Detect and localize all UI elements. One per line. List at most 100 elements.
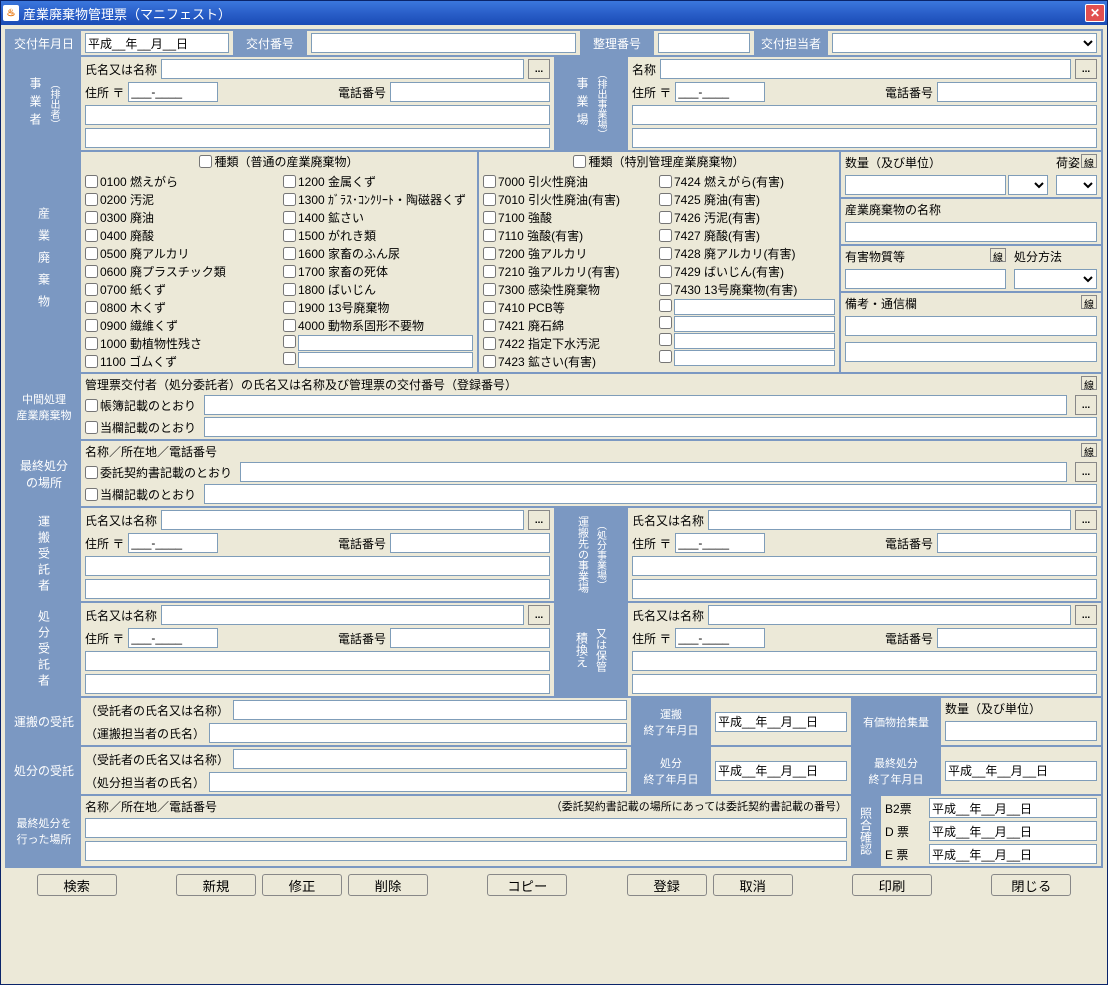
dest-addr1[interactable] [632, 556, 1097, 576]
emitter-tel-input[interactable] [390, 82, 550, 102]
transporter-tel[interactable] [390, 533, 550, 553]
finaldone-input2[interactable] [85, 841, 847, 861]
waste-item[interactable]: 0500 廃アルカリ [85, 245, 275, 262]
verify-e-input[interactable] [929, 844, 1097, 864]
midproc-line-btn[interactable]: 線 [1081, 376, 1097, 390]
disposal-method-select[interactable] [1014, 269, 1097, 289]
waste-item-extra-chk[interactable] [659, 333, 672, 346]
disposer-name-input[interactable] [161, 605, 524, 625]
notes-input-1[interactable] [845, 316, 1097, 336]
org-number-input[interactable] [658, 33, 750, 53]
da-end-input[interactable] [715, 761, 847, 781]
waste-name-input[interactable] [845, 222, 1097, 242]
site-name-picker[interactable] [1075, 59, 1097, 79]
waste-item-extra-input[interactable] [298, 335, 473, 351]
waste-item[interactable]: 7100 強酸 [483, 209, 651, 226]
dest-tel[interactable] [937, 533, 1097, 553]
emitter-postal-input[interactable] [128, 82, 218, 102]
waste-item[interactable]: 4000 動物系固形不要物 [283, 317, 473, 334]
waste-item[interactable]: 7429 ばいじん(有害) [659, 263, 835, 280]
waste-item[interactable]: 1400 鉱さい [283, 209, 473, 226]
waste-item[interactable]: 7110 強酸(有害) [483, 227, 651, 244]
transfer-addr1[interactable] [632, 651, 1097, 671]
dest-name-input[interactable] [708, 510, 1071, 530]
waste-item[interactable]: 7410 PCB等 [483, 299, 651, 316]
finalplace-line-btn[interactable]: 線 [1081, 443, 1097, 457]
transporter-picker[interactable] [528, 510, 550, 530]
waste-item[interactable]: 7200 強アルカリ [483, 245, 651, 262]
waste-item[interactable]: 1800 ばいじん [283, 281, 473, 298]
waste-item[interactable]: 1900 13号廃棄物 [283, 299, 473, 316]
dest-addr2[interactable] [632, 579, 1097, 599]
qty-input[interactable] [845, 175, 1006, 195]
normal-waste-header[interactable]: 種類（普通の産業廃棄物） [82, 153, 476, 170]
close-icon[interactable]: ✕ [1085, 4, 1105, 22]
transporter-postal[interactable] [128, 533, 218, 553]
waste-item[interactable]: 0300 廃油 [85, 209, 275, 226]
waste-item[interactable]: 1100 ゴムくず [85, 353, 275, 370]
finalplace-input1[interactable] [240, 462, 1067, 482]
waste-item[interactable]: 1200 金属くず [283, 173, 473, 190]
finalplace-picker[interactable] [1075, 462, 1097, 482]
transfer-picker[interactable] [1075, 605, 1097, 625]
verify-d-input[interactable] [929, 821, 1097, 841]
site-tel-input[interactable] [937, 82, 1097, 102]
waste-item[interactable]: 7422 指定下水汚泥 [483, 335, 651, 352]
hazmat-line-btn[interactable]: 線 [990, 248, 1006, 262]
emitter-name-input[interactable] [161, 59, 524, 79]
finaldone-input1[interactable] [85, 818, 847, 838]
ta-qty-input[interactable] [945, 721, 1097, 741]
copy-button[interactable]: コピー [487, 874, 567, 896]
transporter-name-input[interactable] [161, 510, 524, 530]
da-person-input[interactable] [209, 772, 627, 792]
pack-line-btn[interactable]: 線 [1081, 154, 1097, 168]
emitter-name-picker[interactable] [528, 59, 550, 79]
disposer-addr2[interactable] [85, 674, 550, 694]
da-name-input[interactable] [233, 749, 627, 769]
register-button[interactable]: 登録 [627, 874, 707, 896]
waste-item[interactable]: 7430 13号廃棄物(有害) [659, 281, 835, 298]
emitter-addr2-input[interactable] [85, 128, 550, 148]
midproc-input1[interactable] [204, 395, 1067, 415]
dest-postal[interactable] [675, 533, 765, 553]
waste-item[interactable]: 7210 強アルカリ(有害) [483, 263, 651, 280]
site-name-input[interactable] [660, 59, 1071, 79]
delete-button[interactable]: 削除 [348, 874, 428, 896]
transfer-postal[interactable] [675, 628, 765, 648]
midproc-picker[interactable] [1075, 395, 1097, 415]
disposer-addr1[interactable] [85, 651, 550, 671]
verify-b2-input[interactable] [929, 798, 1097, 818]
transfer-addr2[interactable] [632, 674, 1097, 694]
waste-item-extra-input[interactable] [674, 333, 835, 349]
waste-item-extra-chk[interactable] [659, 350, 672, 363]
waste-item[interactable]: 7425 廃油(有害) [659, 191, 835, 208]
transporter-addr2[interactable] [85, 579, 550, 599]
waste-item[interactable]: 0700 紙くず [85, 281, 275, 298]
waste-item[interactable]: 7427 廃酸(有害) [659, 227, 835, 244]
waste-item[interactable]: 1600 家畜のふん尿 [283, 245, 473, 262]
da-final-end-input[interactable] [945, 761, 1097, 781]
hazmat-input[interactable] [845, 269, 1006, 289]
search-button[interactable]: 検索 [37, 874, 117, 896]
waste-item[interactable]: 7423 鉱さい(有害) [483, 353, 651, 370]
waste-item[interactable]: 7428 廃アルカリ(有害) [659, 245, 835, 262]
finalplace-chk2[interactable]: 当欄記載のとおり [85, 486, 196, 503]
qty-unit-select[interactable] [1008, 175, 1048, 195]
emitter-addr1-input[interactable] [85, 105, 550, 125]
disposer-picker[interactable] [528, 605, 550, 625]
waste-item[interactable]: 0100 燃えがら [85, 173, 275, 190]
waste-item[interactable]: 7300 感染性廃棄物 [483, 281, 651, 298]
waste-item[interactable]: 0600 廃プラスチック類 [85, 263, 275, 280]
ta-person-input[interactable] [209, 723, 627, 743]
notes-input-2[interactable] [845, 342, 1097, 362]
waste-item[interactable]: 7421 廃石綿 [483, 317, 651, 334]
site-postal-input[interactable] [675, 82, 765, 102]
transfer-name-input[interactable] [708, 605, 1071, 625]
waste-item[interactable]: 7010 引火性廃油(有害) [483, 191, 651, 208]
notes-line-btn[interactable]: 線 [1081, 295, 1097, 309]
waste-item[interactable]: 1300 ｶﾞﾗｽ･ｺﾝｸﾘｰﾄ・陶磁器くず [283, 191, 473, 208]
site-addr1-input[interactable] [632, 105, 1097, 125]
midproc-chk2[interactable]: 当欄記載のとおり [85, 419, 196, 436]
ta-name-input[interactable] [233, 700, 627, 720]
disposer-tel[interactable] [390, 628, 550, 648]
